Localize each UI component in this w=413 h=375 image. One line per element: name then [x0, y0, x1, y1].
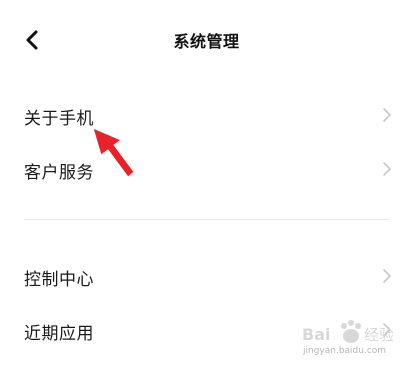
- chevron-right-icon: [383, 269, 391, 283]
- page-title: 系统管理: [173, 32, 240, 51]
- top-bar: 系统管理: [0, 0, 413, 80]
- section-divider: [24, 219, 389, 220]
- menu-item-label: 控制中心: [24, 270, 94, 290]
- menu-item-recent-apps[interactable]: 近期应用: [0, 310, 413, 350]
- menu-item-label: 近期应用: [24, 324, 94, 344]
- menu-item-about-phone[interactable]: 关于手机: [0, 95, 413, 135]
- menu-item-label: 客户服务: [24, 163, 94, 183]
- menu-item-label: 关于手机: [24, 109, 94, 129]
- chevron-right-icon: [383, 162, 391, 176]
- menu-item-control-center[interactable]: 控制中心: [0, 256, 413, 296]
- chevron-right-icon: [383, 323, 391, 337]
- watermark-text: jingyan.baidu.com: [303, 346, 387, 356]
- menu-item-customer-service[interactable]: 客户服务: [0, 149, 413, 189]
- chevron-right-icon: [383, 108, 391, 122]
